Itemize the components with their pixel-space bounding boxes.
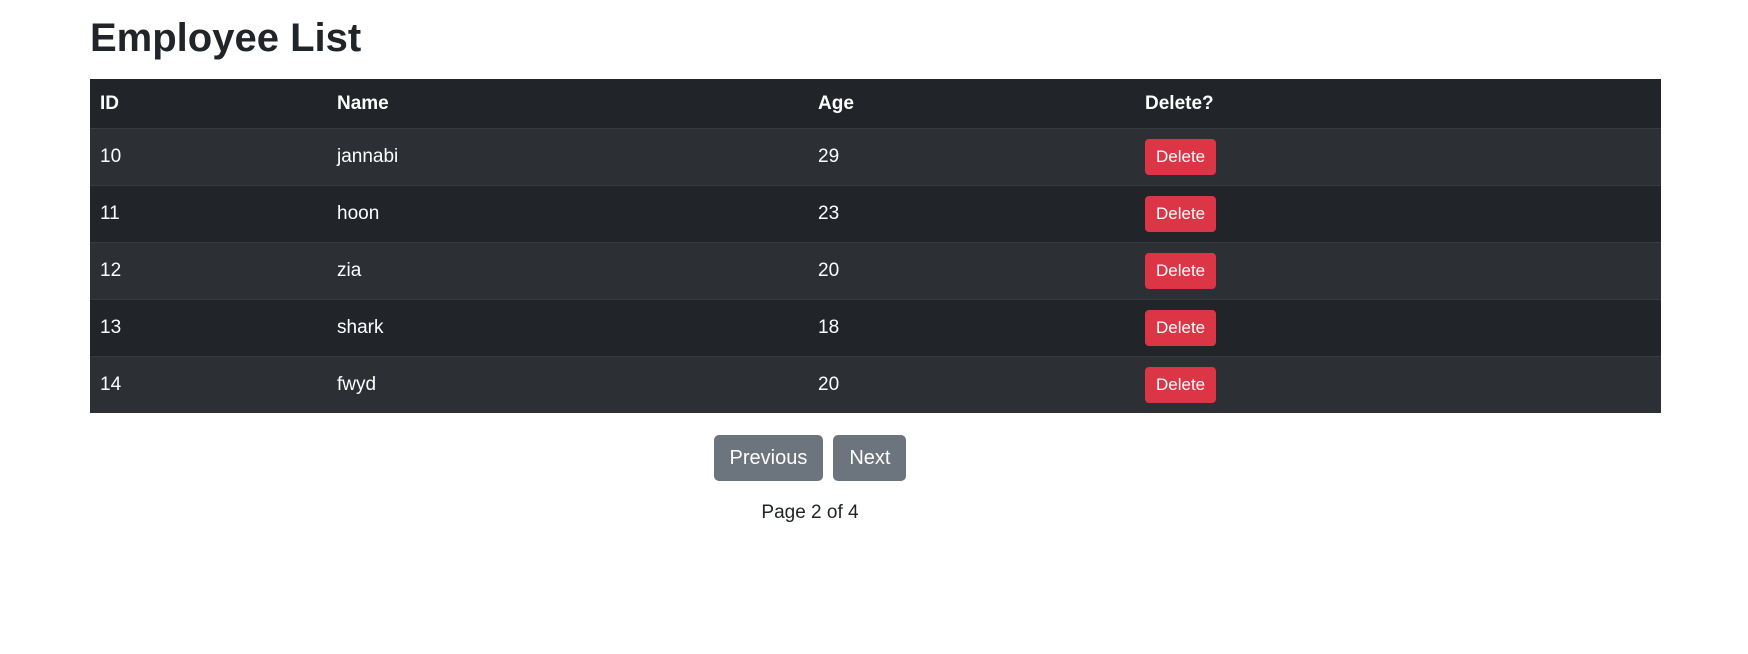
cell-age: 29 [808, 128, 1135, 186]
cell-age: 23 [808, 185, 1135, 243]
column-header-age: Age [808, 79, 1135, 129]
table-row: 12 zia 20 Delete [90, 242, 1661, 300]
cell-name: zia [327, 242, 808, 300]
table-row: 13 shark 18 Delete [90, 299, 1661, 357]
page-status-text: Page 2 of 4 [761, 502, 859, 523]
cell-action: Delete [1135, 128, 1661, 186]
delete-button[interactable]: Delete [1145, 253, 1217, 289]
delete-button[interactable]: Delete [1145, 367, 1217, 403]
cell-id: 12 [90, 242, 327, 300]
cell-id: 11 [90, 185, 327, 243]
cell-age: 20 [808, 242, 1135, 300]
table-body: 10 jannabi 29 Delete 11 hoon 23 Delete 1… [90, 128, 1661, 414]
cell-name: shark [327, 299, 808, 357]
cell-id: 10 [90, 128, 327, 186]
table-row: 10 jannabi 29 Delete [90, 128, 1661, 186]
cell-id: 14 [100, 374, 122, 395]
column-header-delete: Delete? [1135, 79, 1661, 129]
page-title: Employee List [90, 16, 362, 60]
cell-name: hoon [327, 185, 808, 243]
delete-button[interactable]: Delete [1145, 310, 1217, 346]
page-status: Page 2 of 4 [0, 502, 1748, 524]
cell-action: Delete [1135, 185, 1661, 243]
table-row: 14 fwyd 20 Delete [90, 356, 1661, 414]
page-container: Employee List ID Name Age Delete? 10 jan… [0, 0, 1748, 654]
cell-action: Delete [1135, 242, 1661, 300]
pagination-controls: Previous Next [0, 435, 1748, 481]
table-header: ID Name Age Delete? [90, 79, 1661, 129]
delete-button[interactable]: Delete [1145, 196, 1217, 232]
cell-id: 13 [90, 299, 327, 357]
cell-action: Delete [1135, 357, 1661, 414]
cell-age: 20 [818, 374, 840, 395]
employee-table: ID Name Age Delete? 10 jannabi 29 Delete… [90, 79, 1661, 413]
cell-name: jannabi [327, 128, 808, 186]
table-header-row: ID Name Age Delete? [90, 79, 1661, 129]
cell-action: Delete [1135, 299, 1661, 357]
column-header-name: Name [327, 79, 808, 129]
pagination-buttons: Previous Next [713, 435, 907, 481]
cell-age: 18 [808, 299, 1135, 357]
next-button[interactable]: Next [833, 435, 907, 481]
table-row: 11 hoon 23 Delete [90, 185, 1661, 243]
column-header-id: ID [90, 79, 327, 129]
previous-button[interactable]: Previous [713, 435, 824, 481]
delete-button[interactable]: Delete [1145, 139, 1217, 175]
cell-name: fwyd [337, 374, 377, 395]
